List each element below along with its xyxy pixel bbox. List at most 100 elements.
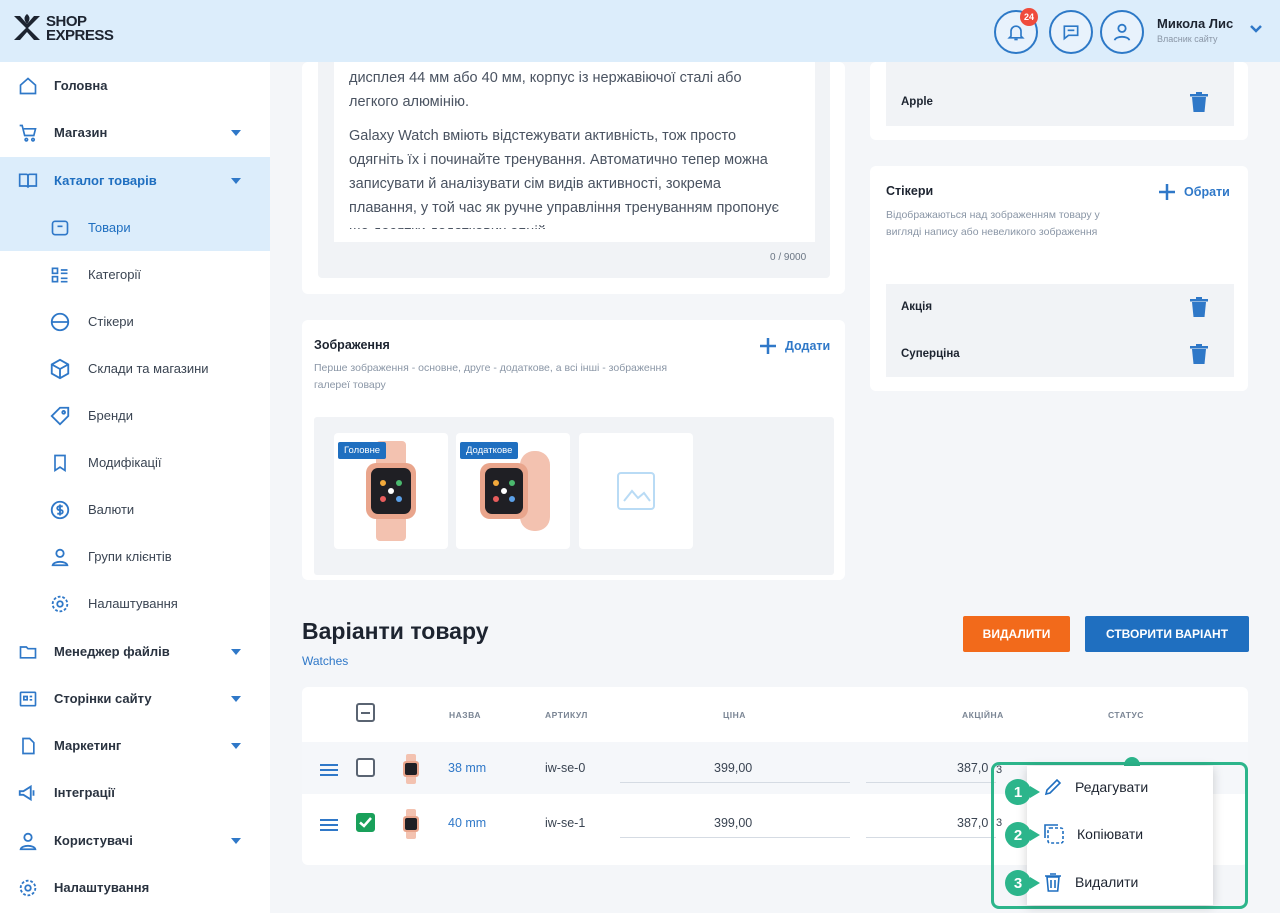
sidebar-item-modifications[interactable]: Модифікації — [0, 439, 270, 486]
step-marker-2: 2 — [1005, 822, 1040, 848]
sticker-item: Акція — [901, 301, 933, 313]
sidebar-item-integrations[interactable]: Інтеграції — [0, 769, 270, 816]
add-image-button[interactable]: Додати — [759, 337, 830, 355]
sidebar-item-products[interactable]: Товари — [0, 204, 270, 251]
step-marker-3: 3 — [1005, 870, 1040, 896]
trash-icon — [1045, 873, 1061, 892]
variant-price[interactable]: 399,00 — [714, 816, 752, 830]
sidebar-item-users[interactable]: Користувачі — [0, 817, 270, 864]
notifications-button[interactable]: 24 — [994, 8, 1038, 54]
book-icon — [17, 170, 39, 192]
sidebar-item-brands[interactable]: Бренди — [0, 392, 270, 439]
gear-icon — [49, 593, 71, 615]
column-header-sale[interactable]: АКЦІЙНА — [962, 710, 1004, 720]
trash-icon[interactable] — [1189, 296, 1209, 318]
trash-icon[interactable] — [1189, 91, 1209, 113]
variants-title: Варіанти товару — [302, 618, 489, 644]
tag-icon — [49, 405, 71, 427]
sticker-item: Суперціна — [901, 348, 960, 360]
gear-icon — [17, 877, 39, 899]
column-header-price[interactable]: ЦІНА — [723, 710, 746, 720]
sidebar-item-settings[interactable]: Налаштування — [0, 864, 270, 911]
overflow-mark: 3 — [996, 817, 1003, 829]
users-icon — [49, 546, 71, 568]
pages-icon — [17, 688, 39, 710]
create-variant-button[interactable]: СТВОРИТИ ВАРІАНТ — [1085, 616, 1249, 652]
top-header: SHOP EXPRESS 24 Микола Лис Власник сайту — [0, 0, 1280, 62]
delete-menu-item[interactable]: Видалити — [1043, 867, 1213, 897]
drag-handle-icon[interactable] — [320, 819, 338, 834]
variants-subtitle[interactable]: Watches — [302, 654, 348, 668]
logo[interactable]: SHOP EXPRESS — [12, 12, 114, 46]
brand-list — [886, 62, 1234, 126]
marketing-icon — [17, 735, 39, 757]
sticker-icon — [49, 311, 71, 333]
bell-icon — [1007, 25, 1025, 41]
stickers-subtitle: Відображаються над зображенням товару у … — [886, 209, 1100, 238]
sidebar-item-label: Маркетинг — [54, 738, 122, 753]
sidebar-item-label: Менеджер файлів — [54, 644, 170, 659]
variant-sale-price[interactable]: 387,0 — [957, 816, 988, 830]
sidebar-item-customer-groups[interactable]: Групи клієнтів — [0, 533, 270, 580]
delete-menu-label: Видалити — [1075, 874, 1139, 890]
column-header-status[interactable]: СТАТУС — [1108, 710, 1144, 720]
trash-icon[interactable] — [1189, 343, 1209, 365]
edit-menu-label: Редагувати — [1075, 779, 1149, 795]
row-checkbox[interactable] — [356, 758, 375, 777]
user-name[interactable]: Микола Лис — [1157, 16, 1233, 31]
column-header-sku[interactable]: АРТИКУЛ — [545, 710, 588, 720]
select-all-checkbox[interactable] — [356, 703, 375, 722]
choose-sticker-button[interactable]: Обрати — [1158, 183, 1230, 201]
sidebar: Головна Магазин Каталог товарів Товари К… — [0, 62, 270, 913]
sidebar-item-categories[interactable]: Категорії — [0, 251, 270, 298]
overflow-mark: 3 — [996, 764, 1003, 776]
product-image-extra[interactable]: Додаткове — [456, 433, 570, 549]
description-paragraph: дисплея 44 мм або 40 мм, корпус із нержа… — [349, 70, 742, 110]
column-header-name[interactable]: НАЗВА — [449, 710, 481, 720]
sidebar-item-label: Бренди — [88, 408, 134, 423]
cart-icon — [17, 122, 39, 144]
copy-menu-item[interactable]: Копіювати — [1043, 819, 1213, 849]
caret-down-icon — [231, 648, 241, 655]
variant-thumbnail — [400, 809, 422, 839]
product-image-main[interactable]: Головне — [334, 433, 448, 549]
sidebar-item-shop[interactable]: Магазин — [0, 109, 270, 156]
variant-sale-price[interactable]: 387,0 — [957, 761, 988, 775]
drag-handle-icon[interactable] — [320, 764, 338, 779]
profile-button[interactable] — [1100, 10, 1144, 54]
sidebar-item-label: Модифікації — [88, 455, 162, 470]
sidebar-item-catalog[interactable]: Каталог товарів — [0, 157, 270, 204]
delete-variants-button[interactable]: ВИДАЛИТИ — [963, 616, 1070, 652]
variant-sku: iw-se-1 — [545, 816, 586, 830]
row-checkbox[interactable] — [356, 813, 375, 832]
sidebar-item-label: Товари — [88, 220, 131, 235]
sidebar-item-warehouses[interactable]: Склади та магазини — [0, 345, 270, 392]
choose-sticker-label: Обрати — [1184, 185, 1230, 199]
sidebar-item-currencies[interactable]: Валюти — [0, 486, 270, 533]
step-marker-1: 1 — [1005, 779, 1040, 805]
sidebar-item-label: Налаштування — [54, 880, 150, 895]
variant-price[interactable]: 399,00 — [714, 761, 752, 775]
messages-button[interactable] — [1049, 10, 1093, 54]
variant-thumbnail — [400, 754, 422, 784]
sidebar-item-site-pages[interactable]: Сторінки сайту — [0, 675, 270, 722]
empty-image-slot[interactable] — [579, 433, 693, 549]
sidebar-item-stickers[interactable]: Стікери — [0, 298, 270, 345]
variant-name-link[interactable]: 38 mm — [448, 761, 486, 775]
sidebar-item-file-manager[interactable]: Менеджер файлів — [0, 628, 270, 675]
copy-icon — [1044, 824, 1064, 844]
logo-line2: EXPRESS — [46, 27, 114, 44]
price-field-underline — [620, 782, 850, 783]
description-text[interactable]: дисплея 44 мм або 40 мм, корпус із нержа… — [349, 66, 789, 239]
sidebar-item-label: Налаштування — [88, 596, 178, 611]
chat-icon — [1063, 25, 1079, 41]
sidebar-item-catalog-settings[interactable]: Налаштування — [0, 580, 270, 627]
notification-badge: 24 — [1020, 8, 1038, 26]
sidebar-item-marketing[interactable]: Маркетинг — [0, 722, 270, 769]
variant-name-link[interactable]: 40 mm — [448, 816, 486, 830]
chevron-down-icon[interactable] — [1249, 24, 1263, 34]
edit-menu-item[interactable]: Редагувати — [1043, 772, 1213, 802]
dollar-icon — [49, 499, 71, 521]
sale-field-underline — [866, 782, 996, 783]
sidebar-item-home[interactable]: Головна — [0, 62, 270, 109]
